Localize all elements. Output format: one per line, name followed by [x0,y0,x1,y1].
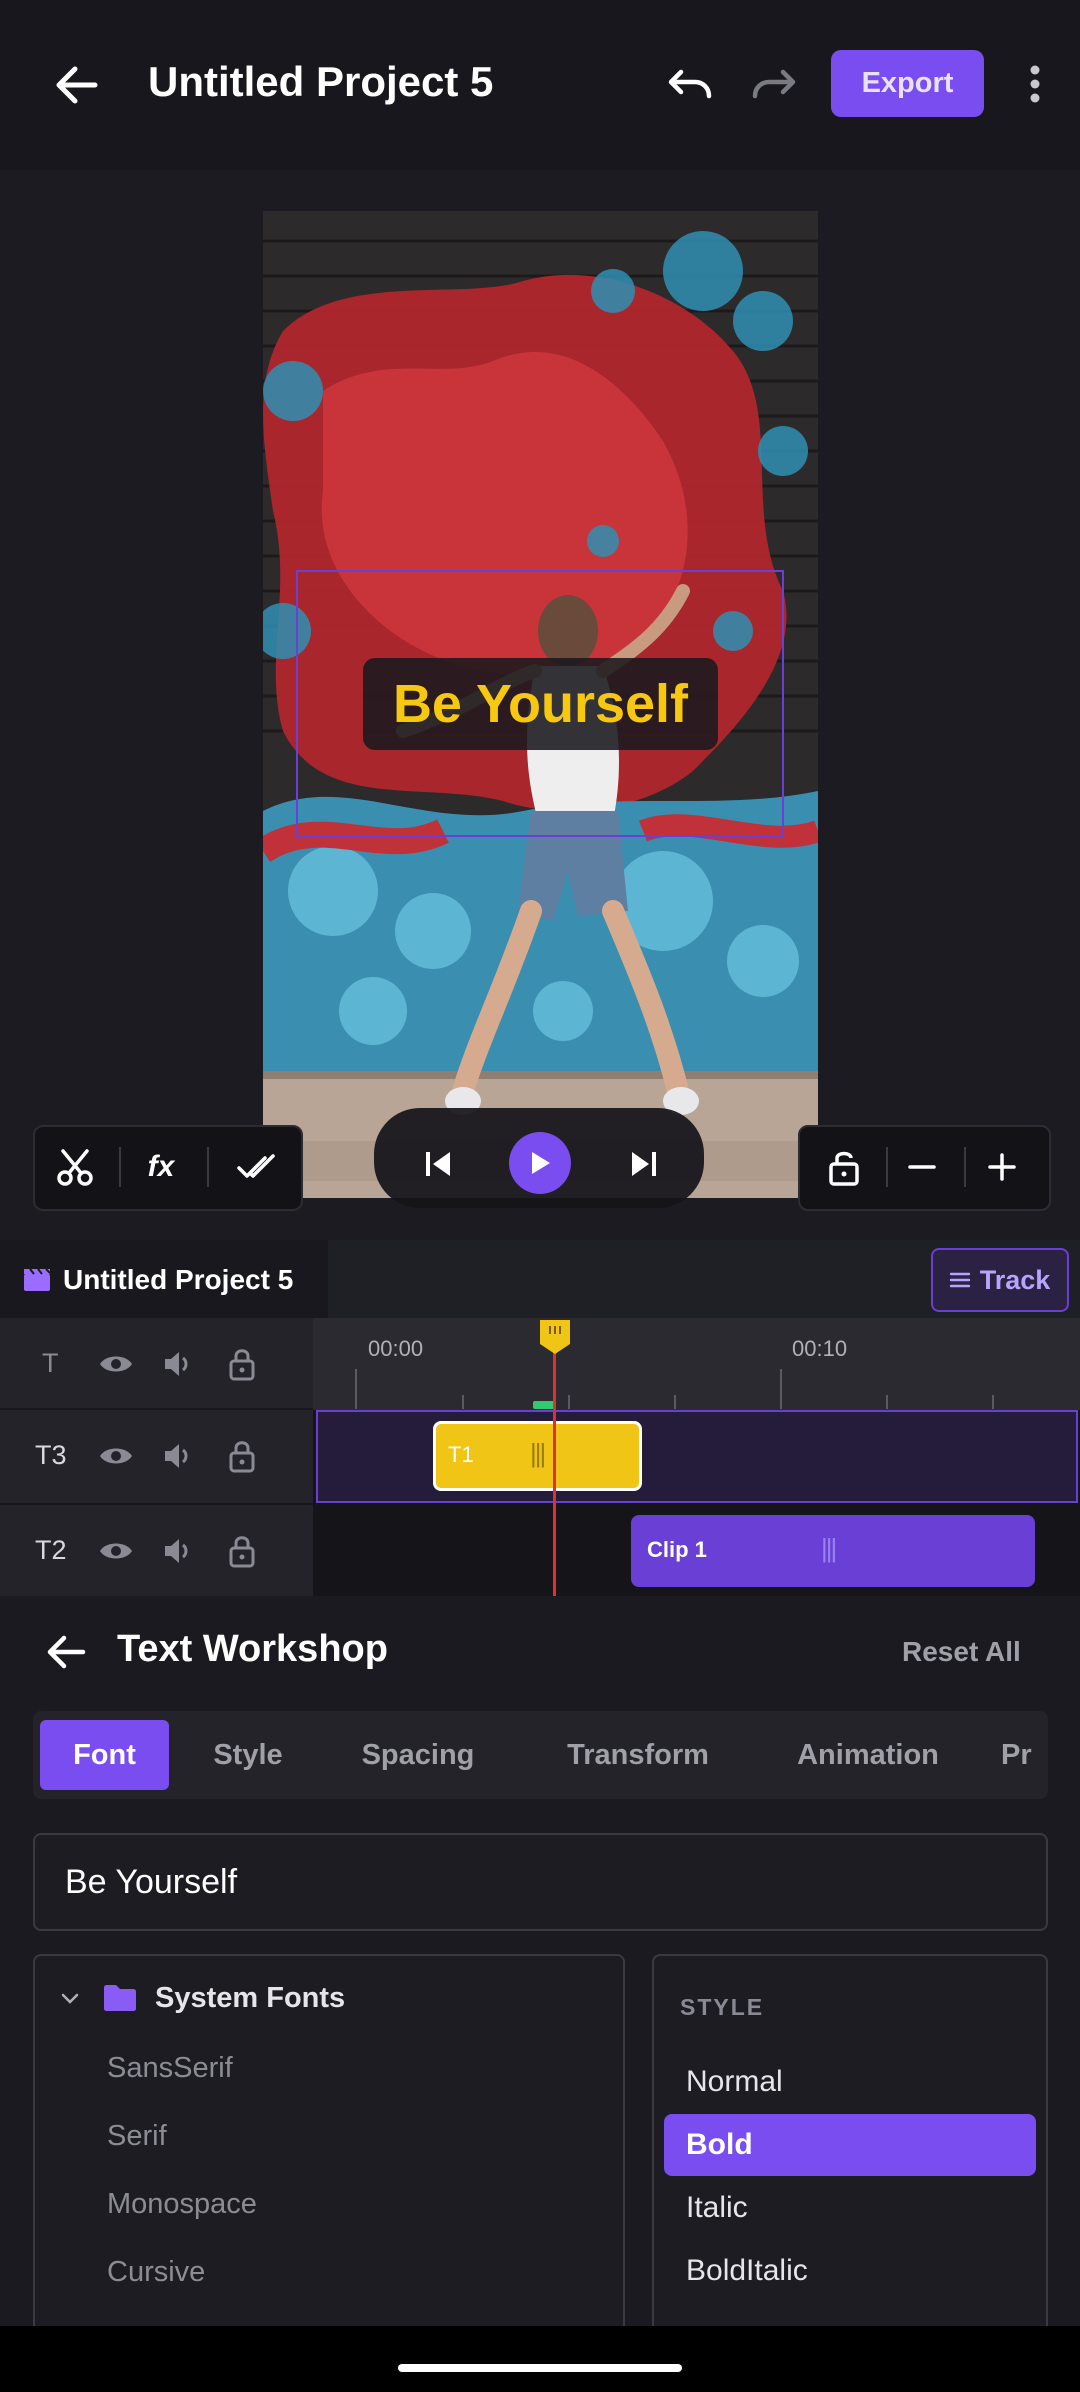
unlock-icon[interactable] [814,1137,874,1197]
chevron-down-icon[interactable] [57,1986,83,2012]
clip-label: Clip 1 [647,1537,707,1562]
drag-handle-icon[interactable]: ||| [530,1438,546,1469]
zoom-out-icon[interactable] [892,1137,952,1197]
ruler-tick-label: 00:10 [792,1336,848,1361]
lock-icon[interactable] [224,1436,260,1476]
eye-icon[interactable] [96,1438,136,1474]
font-item-sansserif[interactable]: SansSerif [107,2052,233,2085]
more-options-icon[interactable] [1020,58,1050,110]
ruler-ticks [355,1369,994,1409]
caption-text[interactable]: Be Yourself [363,658,718,750]
ruler-tick-label: 00:00 [368,1336,424,1361]
divider [886,1147,888,1187]
style-item-italic[interactable]: Italic [664,2177,1036,2239]
tab-animation[interactable]: Animation [768,1720,968,1790]
font-item-cursive[interactable]: Cursive [107,2256,205,2289]
style-item-bolditalic[interactable]: BoldItalic [664,2240,1036,2302]
track-label: T3 [35,1440,67,1470]
lock-icon[interactable] [224,1531,260,1571]
divider [964,1147,966,1187]
style-item-bold[interactable]: Bold [664,2114,1036,2176]
track-label: T [42,1348,59,1378]
folder-icon [101,1982,139,2014]
keyframe-marker[interactable] [533,1401,555,1409]
redo-icon[interactable] [744,58,804,110]
font-list: System Fonts SansSerif Serif Monospace C… [33,1954,625,2326]
skip-previous-icon[interactable] [410,1136,466,1192]
font-item-serif[interactable]: Serif [107,2120,167,2153]
tab-style[interactable]: Style [183,1720,313,1790]
style-list: STYLE Normal Bold Italic BoldItalic [652,1954,1048,2326]
project-title: Untitled Project 5 [148,58,494,105]
speaker-icon[interactable] [160,1533,196,1569]
divider [0,1408,313,1410]
zoom-in-icon[interactable] [972,1137,1032,1197]
text-content-input[interactable]: Be Yourself [33,1833,1048,1931]
back-arrow-icon[interactable] [40,52,112,118]
fx-icon[interactable]: fx [131,1137,191,1197]
undo-icon[interactable] [660,58,720,110]
track-button-label: Track [979,1264,1051,1295]
play-button[interactable] [509,1132,571,1194]
export-button[interactable]: Export [831,50,984,117]
panel-title: Text Workshop [117,1628,388,1670]
double-check-icon[interactable] [227,1137,287,1197]
reset-all-button[interactable]: Reset All [902,1636,1021,1668]
eye-icon[interactable] [96,1346,136,1382]
tab-transform[interactable]: Transform [543,1720,733,1790]
track-button[interactable]: Track [931,1248,1069,1312]
style-heading: STYLE [680,1994,765,2020]
font-group-label[interactable]: System Fonts [155,1982,345,2015]
playhead-line[interactable] [553,1330,556,1596]
text-clip-t1[interactable]: T1 ||| [433,1421,642,1491]
clip-label: T1 [448,1442,474,1467]
speaker-icon[interactable] [160,1438,196,1474]
font-item-monospace[interactable]: Monospace [107,2188,257,2221]
eye-icon[interactable] [96,1533,136,1569]
tab-spacing[interactable]: Spacing [338,1720,498,1790]
playhead-handle-icon[interactable] [538,1318,572,1356]
menu-icon [949,1272,970,1288]
tab-font[interactable]: Font [40,1720,169,1790]
home-indicator[interactable] [398,2364,682,2372]
workshop-tabs: Font Style Spacing Transform Animation P… [33,1711,1048,1799]
clapper-icon [22,1266,52,1294]
zoom-toolbar [798,1125,1051,1211]
scissors-icon[interactable] [45,1137,105,1197]
back-arrow-icon[interactable] [40,1630,92,1674]
edit-toolbar: fx [33,1125,303,1211]
track-label: T2 [35,1535,67,1565]
divider [119,1147,121,1187]
speaker-icon[interactable] [160,1346,196,1382]
clip-1[interactable]: Clip 1 ||| [631,1515,1035,1587]
skip-next-icon[interactable] [616,1136,672,1192]
lock-icon[interactable] [224,1344,260,1384]
system-nav-bar [0,2326,1080,2392]
divider [0,1503,313,1505]
drag-handle-icon[interactable]: ||| [821,1533,837,1564]
track-t3[interactable] [316,1410,1078,1503]
divider [207,1147,209,1187]
style-item-normal[interactable]: Normal [664,2051,1036,2113]
timeline-project-name: Untitled Project 5 [63,1264,294,1295]
tab-partial[interactable]: Pr [1001,1720,1048,1790]
